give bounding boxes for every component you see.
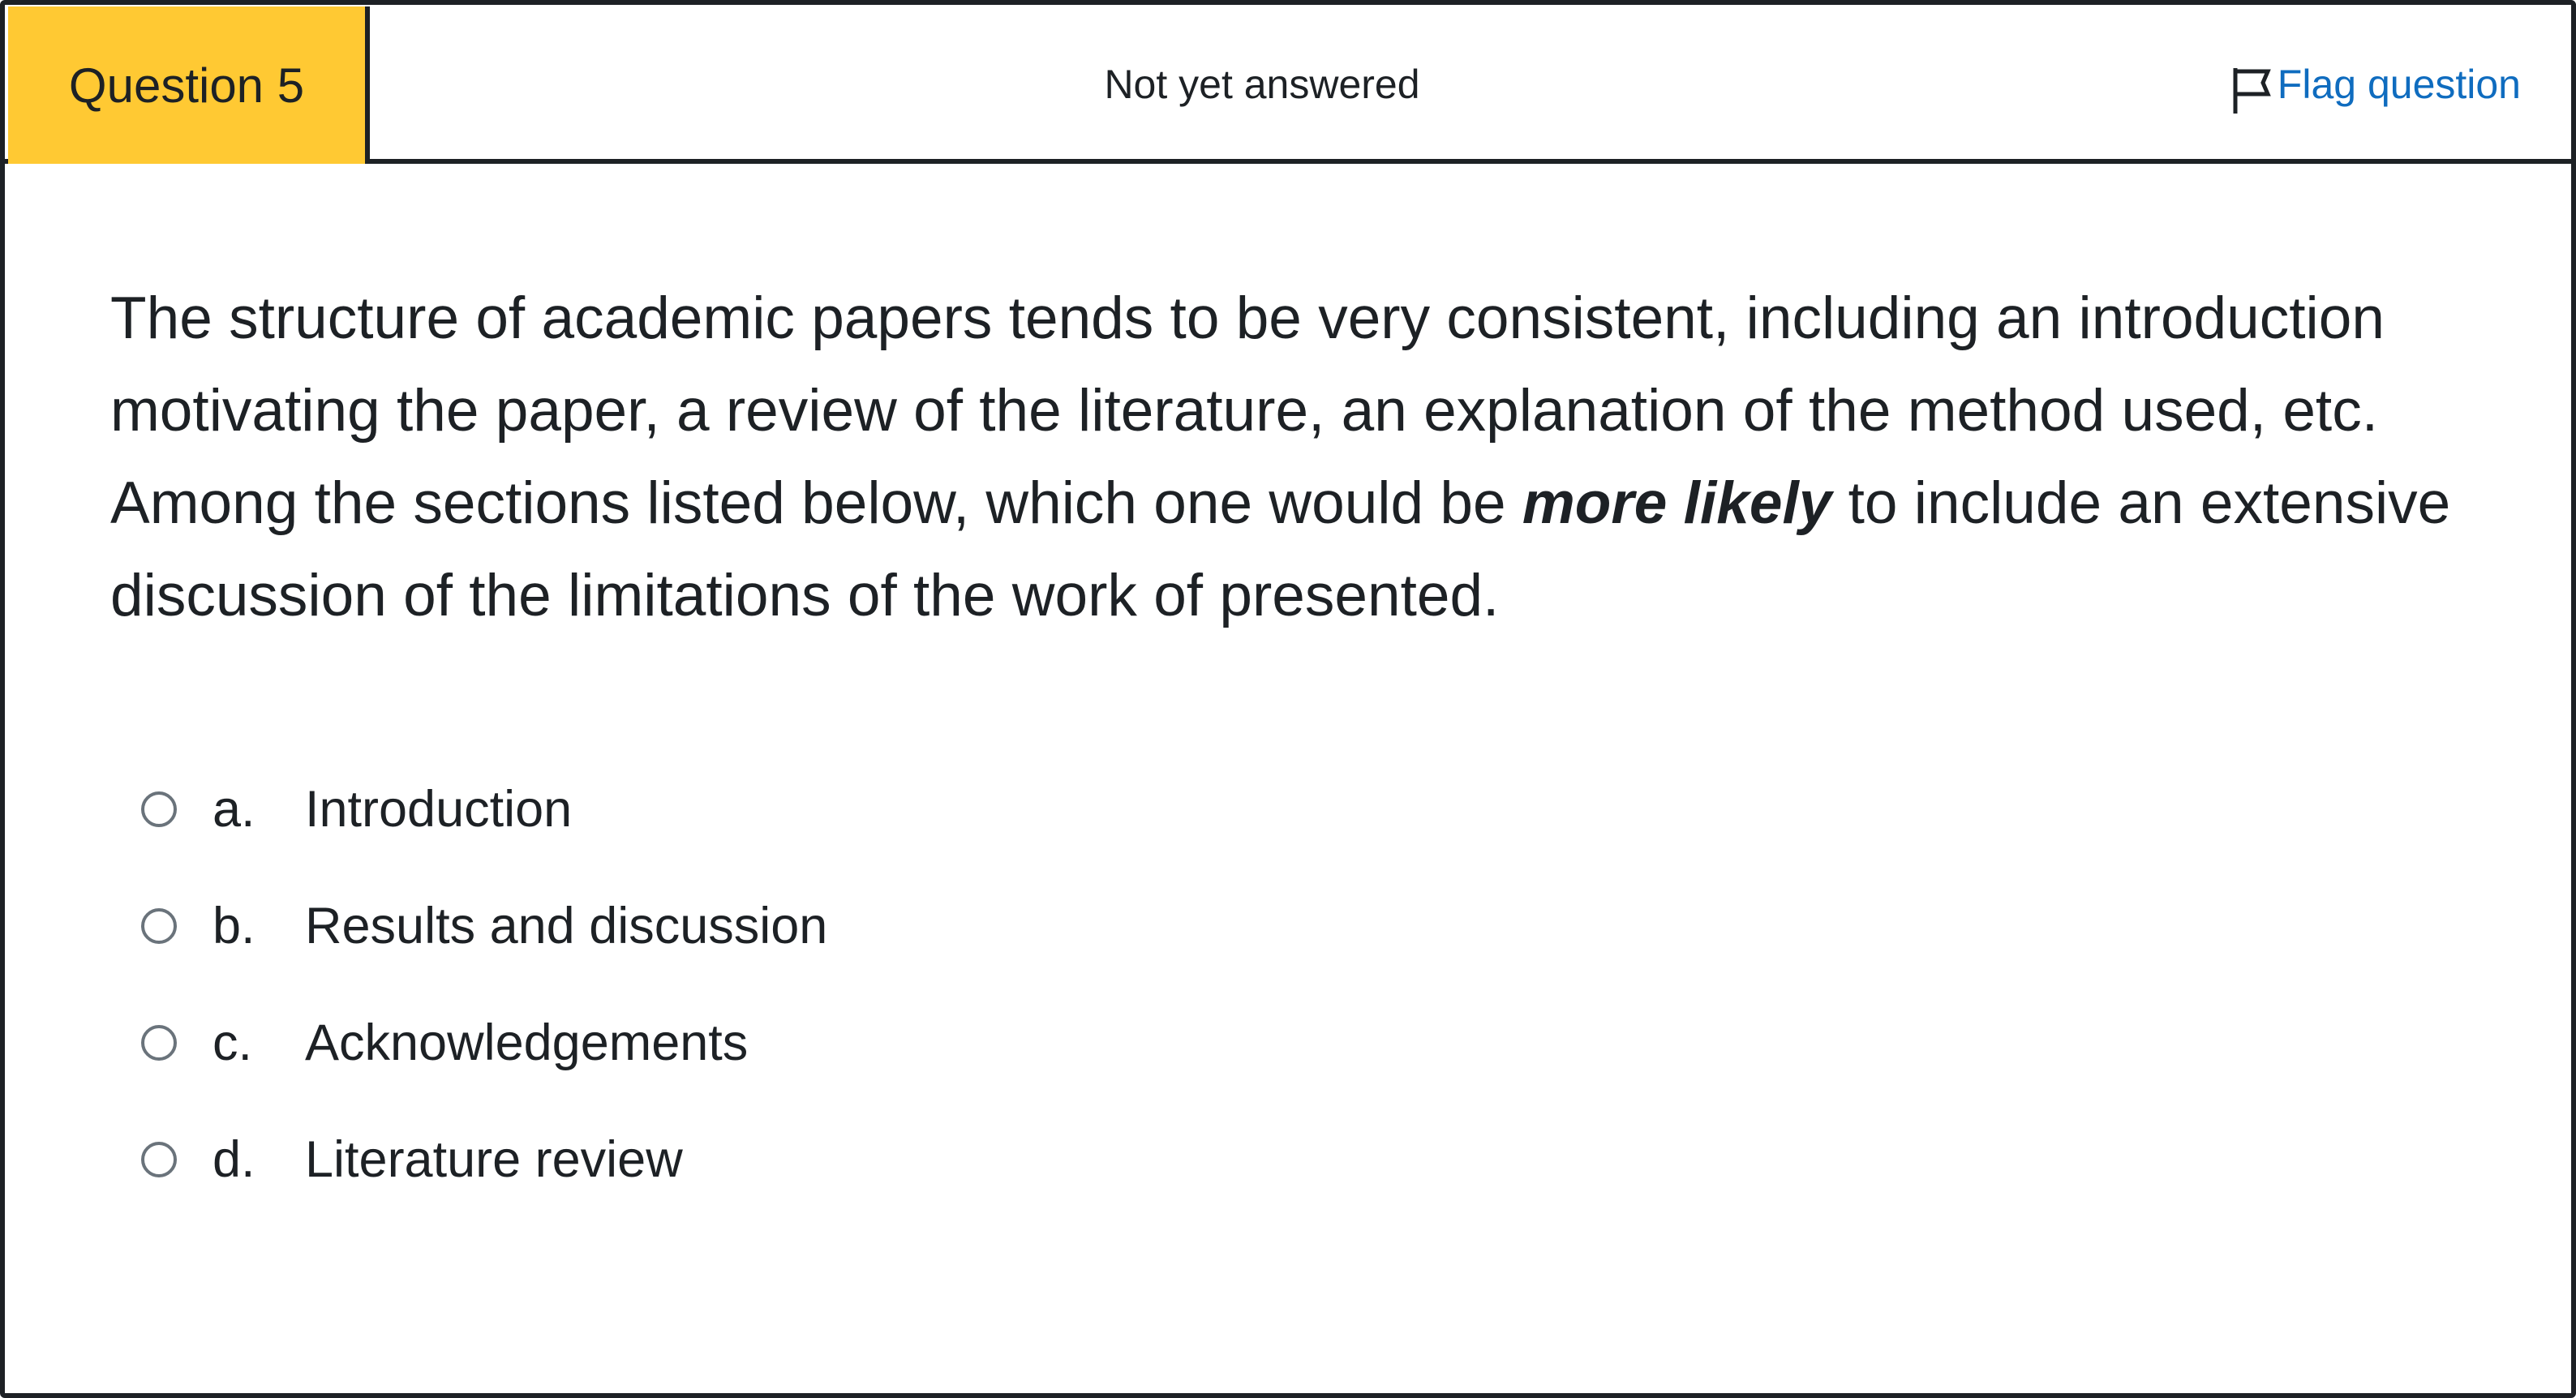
answer-option-b[interactable]: b. Results and discussion <box>135 868 827 984</box>
answer-options: a. Introduction b. Results and discussio… <box>135 751 827 1218</box>
radio-button-c[interactable] <box>141 1025 177 1061</box>
answer-letter: d. <box>213 1131 255 1188</box>
radio-button-d[interactable] <box>141 1142 177 1177</box>
radio-button-a[interactable] <box>141 791 177 827</box>
answer-option-d[interactable]: d. Literature review <box>135 1101 827 1218</box>
question-state: Not yet answered <box>1104 62 1420 107</box>
answer-label[interactable]: Literature review <box>305 1130 683 1189</box>
question-emphasis: more likely <box>1522 470 1832 536</box>
answer-label[interactable]: Acknowledgements <box>305 1014 748 1072</box>
radio-button-b[interactable] <box>141 908 177 944</box>
answer-option-a[interactable]: a. Introduction <box>135 751 827 868</box>
question-text: The structure of academic papers tends t… <box>110 272 2503 642</box>
answer-label[interactable]: Introduction <box>305 780 572 838</box>
answer-letter: b. <box>213 898 255 954</box>
answer-letter: a. <box>213 781 255 838</box>
flag-icon <box>2233 68 2271 114</box>
question-card: Question 5 Not yet answered Flag questio… <box>0 0 2576 1398</box>
question-number: Question 5 <box>8 6 370 164</box>
answer-label[interactable]: Results and discussion <box>305 897 827 955</box>
question-header: Question 5 Not yet answered Flag questio… <box>5 5 2571 164</box>
flag-question-button[interactable]: Flag question <box>2230 5 2521 164</box>
answer-option-c[interactable]: c. Acknowledgements <box>135 984 827 1101</box>
answer-letter: c. <box>213 1014 253 1071</box>
flag-question-label: Flag question <box>2277 62 2521 107</box>
